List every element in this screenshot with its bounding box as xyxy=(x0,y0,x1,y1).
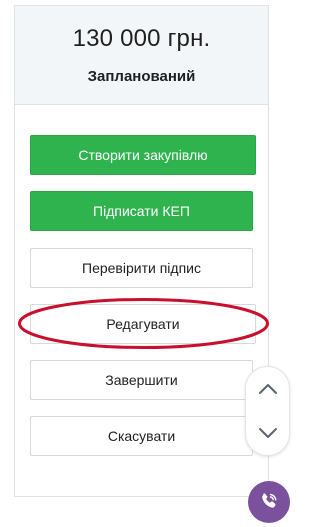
viber-icon xyxy=(262,493,277,508)
plan-price: 130 000 грн. xyxy=(72,25,211,52)
plan-status: Запланований xyxy=(87,68,196,85)
edit-button[interactable]: Редагувати xyxy=(30,304,256,344)
create-procurement-button[interactable]: Створити закупівлю xyxy=(30,135,256,175)
check-signature-button[interactable]: Перевірити підпис xyxy=(30,248,253,288)
finish-button[interactable]: Завершити xyxy=(30,360,253,400)
chevron-up-icon xyxy=(258,384,277,394)
cancel-button[interactable]: Скасувати xyxy=(30,416,253,456)
page: 130 000 грн. Запланований Створити закуп… xyxy=(0,0,298,527)
scroll-down-button[interactable] xyxy=(246,411,289,455)
sign-kep-button[interactable]: Підписати КЕП xyxy=(30,191,253,231)
scroll-control xyxy=(245,366,290,456)
scroll-up-button[interactable] xyxy=(246,367,289,411)
chevron-down-icon xyxy=(258,428,277,438)
card-header: 130 000 грн. Запланований xyxy=(15,6,268,105)
viber-chat-button[interactable] xyxy=(248,481,290,523)
